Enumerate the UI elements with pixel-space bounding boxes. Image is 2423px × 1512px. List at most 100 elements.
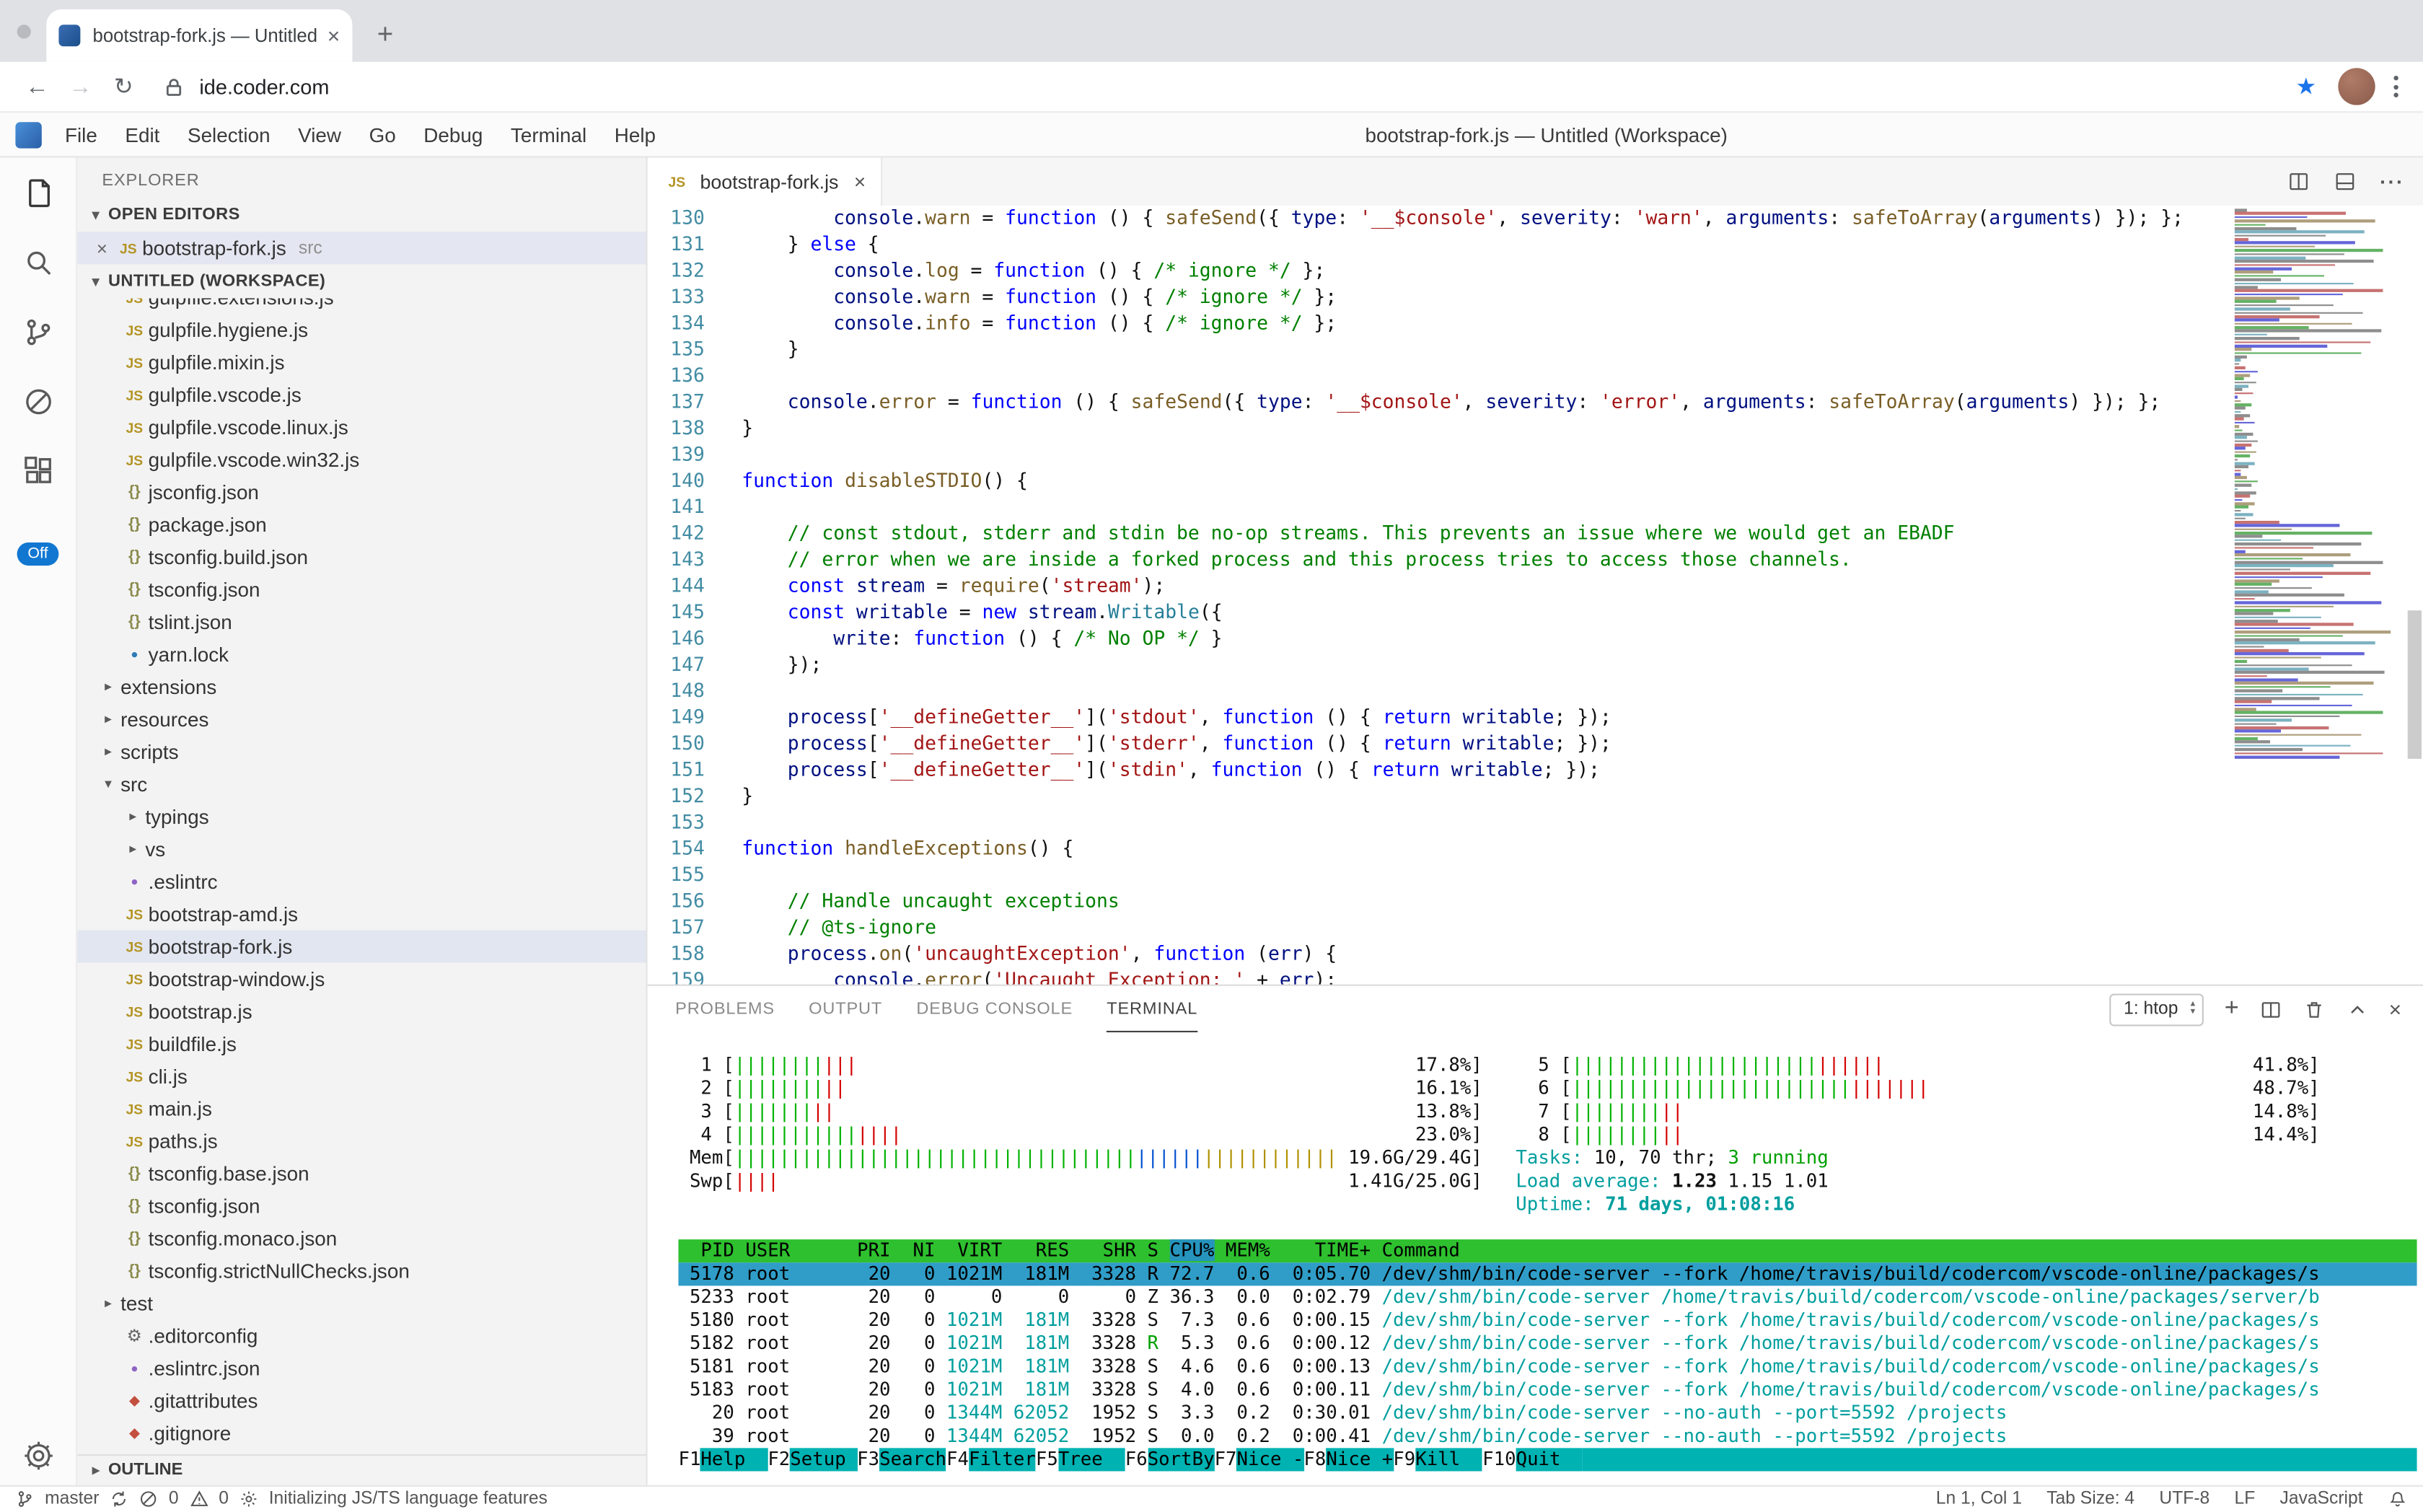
tree-item-tsconfig.strictNullChecks.json[interactable]: {}tsconfig.strictNullChecks.json xyxy=(77,1255,646,1288)
errors-icon[interactable] xyxy=(139,1490,158,1509)
menu-terminal[interactable]: Terminal xyxy=(497,112,601,157)
code-line-145[interactable]: 145 const writable = new stream.Writable… xyxy=(648,599,2222,625)
sync-icon[interactable] xyxy=(110,1490,128,1509)
menu-view[interactable]: View xyxy=(284,112,355,157)
menu-debug[interactable]: Debug xyxy=(410,112,497,157)
menu-file[interactable]: File xyxy=(51,112,111,157)
tree-item-tsconfig.json[interactable]: {}tsconfig.json xyxy=(77,573,646,606)
url-text[interactable]: ide.coder.com xyxy=(199,75,2295,98)
code-line-143[interactable]: 143 // error when we are inside a forked… xyxy=(648,547,2222,573)
minimap[interactable] xyxy=(2235,208,2401,799)
code-line-148[interactable]: 148 xyxy=(648,678,2222,704)
code-line-152[interactable]: 152} xyxy=(648,783,2222,809)
tree-item-bootstrap.js[interactable]: JSbootstrap.js xyxy=(77,995,646,1028)
tree-item-paths.js[interactable]: JSpaths.js xyxy=(77,1125,646,1158)
search-icon[interactable] xyxy=(0,227,76,296)
code-line-131[interactable]: 131 } else { xyxy=(648,232,2222,258)
terminal-select[interactable]: 1: htop ▴▾ xyxy=(2110,993,2204,1025)
tree-item-jsconfig.json[interactable]: {}jsconfig.json xyxy=(77,476,646,509)
tree-item-gulpfile.hygiene.js[interactable]: JSgulpfile.hygiene.js xyxy=(77,314,646,346)
tab-close-icon[interactable]: × xyxy=(854,170,866,193)
tree-item-bootstrap-window.js[interactable]: JSbootstrap-window.js xyxy=(77,963,646,995)
code-line-141[interactable]: 141 xyxy=(648,495,2222,521)
tree-folder-test[interactable]: ▸test xyxy=(77,1288,646,1320)
branch-indicator[interactable]: master xyxy=(45,1490,99,1509)
window-control-dot[interactable] xyxy=(17,25,31,38)
back-icon[interactable]: ← xyxy=(15,74,58,100)
tree-item-tslint.json[interactable]: {}tslint.json xyxy=(77,606,646,638)
close-icon[interactable]: × xyxy=(89,237,114,259)
code-line-144[interactable]: 144 const stream = require('stream'); xyxy=(648,573,2222,599)
tree-item-gulpfile.vscode.js[interactable]: JSgulpfile.vscode.js xyxy=(77,379,646,411)
tree-item-tsconfig.base.json[interactable]: {}tsconfig.base.json xyxy=(77,1158,646,1190)
panel-tab-debug-console[interactable]: DEBUG CONSOLE xyxy=(916,986,1073,1032)
tree-item-buildfile.js[interactable]: JSbuildfile.js xyxy=(77,1028,646,1060)
tree-item-gulpfile.vscode.win32.js[interactable]: JSgulpfile.vscode.win32.js xyxy=(77,444,646,476)
panel-tab-output[interactable]: OUTPUT xyxy=(809,986,882,1032)
new-terminal-icon[interactable]: + xyxy=(2225,995,2239,1024)
tree-folder-extensions[interactable]: ▸extensions xyxy=(77,671,646,703)
code-line-150[interactable]: 150 process['__defineGetter__']('stderr'… xyxy=(648,731,2222,757)
tree-item-.editorconfig[interactable]: ⚙.editorconfig xyxy=(77,1320,646,1353)
forward-icon[interactable]: → xyxy=(58,74,102,100)
tree-item-.gitattributes[interactable]: ◆.gitattributes xyxy=(77,1385,646,1418)
tree-item-yarn.lock[interactable]: ●yarn.lock xyxy=(77,638,646,671)
profile-avatar[interactable] xyxy=(2338,68,2375,105)
code-line-158[interactable]: 158 process.on('uncaughtException', func… xyxy=(648,941,2222,967)
tree-folder-src[interactable]: ▾src xyxy=(77,768,646,801)
menu-go[interactable]: Go xyxy=(355,112,410,157)
code-editor[interactable]: 130 console.warn = function () { safeSen… xyxy=(648,206,2423,985)
offline-toggle[interactable]: Off xyxy=(17,542,58,566)
tree-folder-typings[interactable]: ▸typings xyxy=(77,801,646,833)
status-ln-1-col-1[interactable]: Ln 1, Col 1 xyxy=(1936,1490,2022,1509)
editor-scrollbar[interactable] xyxy=(2408,610,2422,759)
explorer-icon[interactable] xyxy=(0,158,76,227)
code-line-147[interactable]: 147 }); xyxy=(648,652,2222,678)
status-javascript[interactable]: JavaScript xyxy=(2280,1490,2363,1509)
tree-item-tsconfig.build.json[interactable]: {}tsconfig.build.json xyxy=(77,541,646,573)
code-line-132[interactable]: 132 console.log = function () { /* ignor… xyxy=(648,258,2222,284)
bookmark-star-icon[interactable]: ★ xyxy=(2295,73,2316,101)
menu-edit[interactable]: Edit xyxy=(111,112,174,157)
tab-close-icon[interactable]: × xyxy=(327,23,340,48)
code-line-136[interactable]: 136 xyxy=(648,363,2222,389)
new-tab-button[interactable]: + xyxy=(377,19,394,51)
close-panel-icon[interactable]: × xyxy=(2389,997,2402,1021)
code-line-154[interactable]: 154function handleExceptions() { xyxy=(648,836,2222,862)
code-line-159[interactable]: 159 console.error('Uncaught Exception: '… xyxy=(648,967,2222,985)
tree-item-bootstrap-fork.js[interactable]: JSbootstrap-fork.js xyxy=(77,931,646,963)
code-line-138[interactable]: 138} xyxy=(648,416,2222,441)
menu-help[interactable]: Help xyxy=(600,112,669,157)
app-logo-icon[interactable] xyxy=(15,121,41,147)
tree-item-bootstrap-amd.js[interactable]: JSbootstrap-amd.js xyxy=(77,898,646,931)
toggle-layout-icon[interactable] xyxy=(2334,170,2357,193)
code-line-153[interactable]: 153 xyxy=(648,810,2222,836)
tree-item-gulpfile.vscode.linux.js[interactable]: JSgulpfile.vscode.linux.js xyxy=(77,411,646,444)
tree-item-gulpfile.extensions.js[interactable]: JSgulpfile.extensions.js xyxy=(77,298,646,313)
status-lf[interactable]: LF xyxy=(2235,1490,2256,1509)
error-count[interactable]: 0 xyxy=(169,1490,179,1509)
outline-header[interactable]: ▸ OUTLINE xyxy=(77,1454,646,1485)
tree-folder-scripts[interactable]: ▸scripts xyxy=(77,736,646,768)
workspace-header[interactable]: ▾ UNTITLED (WORKSPACE) xyxy=(77,264,646,298)
code-line-137[interactable]: 137 console.error = function () { safeSe… xyxy=(648,390,2222,416)
kill-terminal-icon[interactable] xyxy=(2303,998,2326,1021)
tree-item-gulpfile.mixin.js[interactable]: JSgulpfile.mixin.js xyxy=(77,346,646,379)
tree-item-.eslintrc.json[interactable]: ●.eslintrc.json xyxy=(77,1353,646,1385)
browser-menu-icon[interactable] xyxy=(2393,76,2398,97)
tree-item-cli.js[interactable]: JScli.js xyxy=(77,1060,646,1093)
tree-item-.eslintrc[interactable]: ●.eslintrc xyxy=(77,866,646,898)
tree-item-main.js[interactable]: JSmain.js xyxy=(77,1093,646,1125)
warnings-icon[interactable] xyxy=(190,1490,208,1509)
tree-item-tsconfig.monaco.json[interactable]: {}tsconfig.monaco.json xyxy=(77,1223,646,1255)
code-line-139[interactable]: 139 xyxy=(648,442,2222,468)
status-utf-8[interactable]: UTF-8 xyxy=(2159,1490,2209,1509)
code-line-156[interactable]: 156 // Handle uncaught exceptions xyxy=(648,889,2222,915)
status-tab-size-4[interactable]: Tab Size: 4 xyxy=(2046,1490,2134,1509)
warning-count[interactable]: 0 xyxy=(219,1490,229,1509)
code-line-130[interactable]: 130 console.warn = function () { safeSen… xyxy=(648,206,2222,232)
tree-folder-resources[interactable]: ▸resources xyxy=(77,703,646,736)
panel-tab-terminal[interactable]: TERMINAL xyxy=(1107,986,1197,1032)
extensions-icon[interactable] xyxy=(0,436,76,505)
code-line-151[interactable]: 151 process['__defineGetter__']('stdin',… xyxy=(648,757,2222,783)
